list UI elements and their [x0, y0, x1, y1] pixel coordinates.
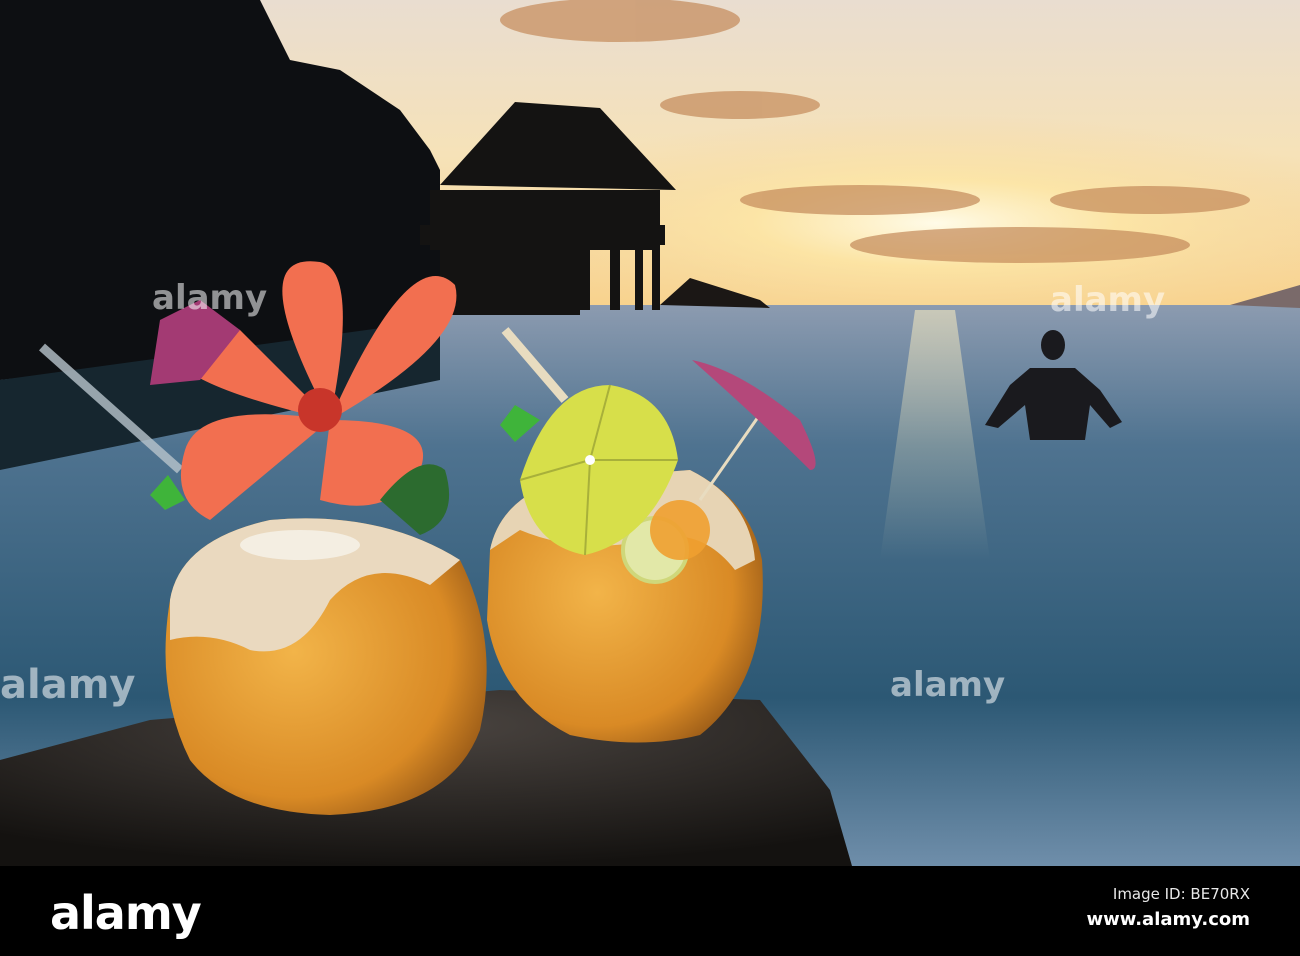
footer-bar: alamy Image ID: BE70RX www.alamy.com	[0, 866, 1300, 956]
coconut-left	[165, 518, 487, 815]
site-url[interactable]: www.alamy.com	[1086, 909, 1250, 930]
alamy-logo: alamy	[50, 886, 202, 940]
image-id: Image ID: BE70RX	[1112, 885, 1250, 903]
photo	[0, 0, 1300, 866]
